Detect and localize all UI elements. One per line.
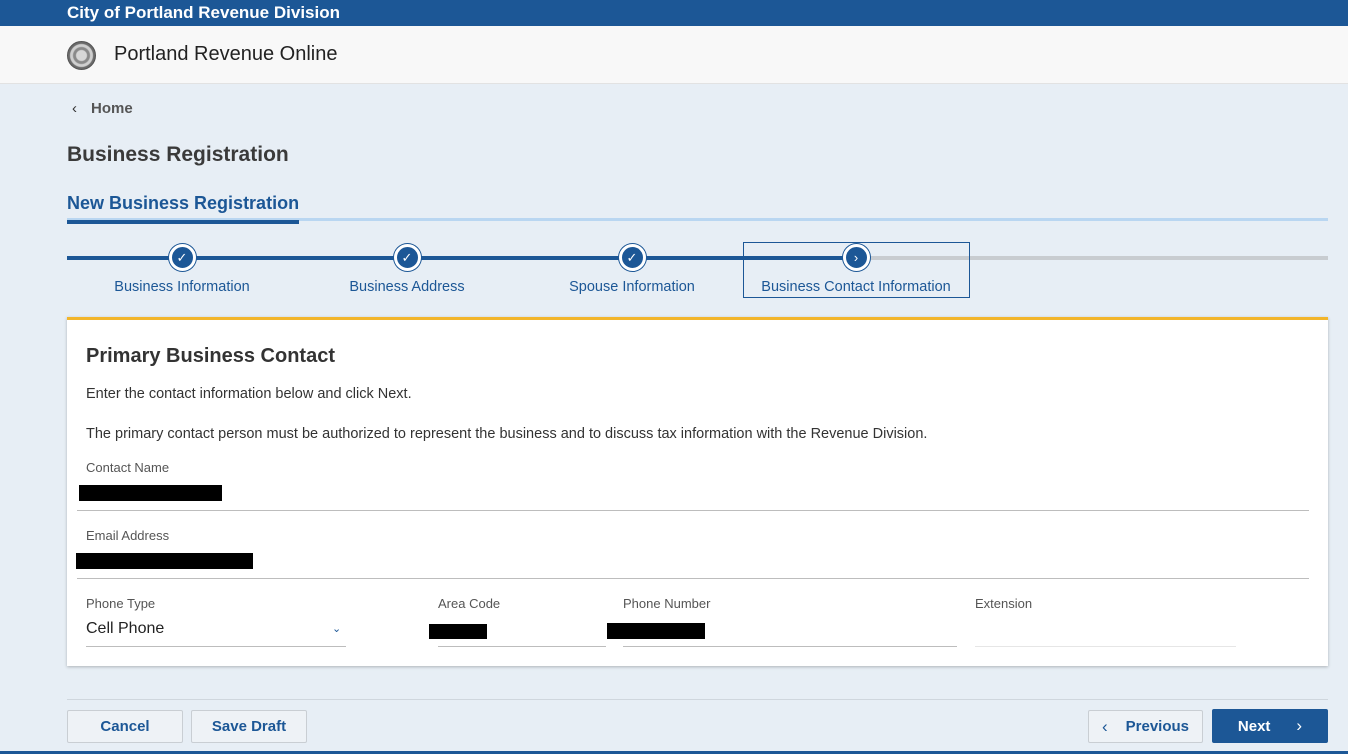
- next-label: Next: [1237, 717, 1271, 735]
- step-spouse-information[interactable]: ✓ Spouse Information: [562, 244, 702, 295]
- save-draft-button[interactable]: Save Draft: [191, 710, 307, 743]
- phone-type-select[interactable]: Cell Phone ⌄: [86, 614, 346, 646]
- card-title: Primary Business Contact: [86, 345, 335, 367]
- chevron-down-icon: ⌄: [332, 623, 342, 635]
- contact-name-field[interactable]: [77, 478, 1309, 511]
- step-business-contact-information[interactable]: › Business Contact Information: [756, 244, 956, 295]
- chevron-right-icon: ›: [1296, 716, 1303, 735]
- previous-button[interactable]: ‹ Previous: [1088, 710, 1203, 743]
- extension-underline: [975, 646, 1236, 647]
- extension-label: Extension: [975, 596, 1033, 611]
- step-label: Spouse Information: [569, 279, 695, 295]
- phone-type-underline: [86, 646, 346, 647]
- area-code-underline: [438, 646, 606, 647]
- email-underline: [77, 578, 1309, 579]
- area-code-label: Area Code: [438, 596, 501, 611]
- phone-type-value: Cell Phone: [86, 620, 165, 637]
- save-draft-label: Save Draft: [211, 718, 287, 735]
- check-icon: ✓: [393, 244, 421, 271]
- authorization-note: The primary contact person must be autho…: [86, 426, 928, 442]
- contact-name-underline: [77, 510, 1309, 511]
- org-banner: City of Portland Revenue Division: [0, 0, 1348, 26]
- chevron-left-icon: ‹: [72, 99, 77, 117]
- tab-new-business-registration[interactable]: New Business Registration: [67, 193, 300, 224]
- app-title[interactable]: Portland Revenue Online: [114, 43, 337, 66]
- redacted-email: [76, 553, 253, 569]
- footer-divider: [67, 699, 1328, 700]
- contact-name-label: Contact Name: [86, 460, 170, 475]
- cancel-button[interactable]: Cancel: [67, 710, 183, 743]
- phone-number-label: Phone Number: [623, 596, 711, 611]
- redacted-phone-number: [607, 623, 705, 639]
- contact-form-card: Primary Business Contact Enter the conta…: [67, 317, 1328, 666]
- extension-field[interactable]: [975, 614, 1236, 646]
- cancel-label: Cancel: [100, 718, 150, 735]
- next-button[interactable]: Next ›: [1212, 709, 1328, 743]
- progress-stepper: ✓ Business Information ✓ Business Addres…: [67, 240, 1328, 300]
- app-header: Portland Revenue Online: [0, 26, 1348, 84]
- previous-label: Previous: [1125, 718, 1190, 735]
- email-label: Email Address: [86, 528, 170, 543]
- breadcrumb-label: Home: [91, 99, 133, 117]
- step-label: Business Information: [114, 279, 250, 295]
- phone-number-underline: [623, 646, 957, 647]
- phone-type-label: Phone Type: [86, 596, 156, 611]
- check-icon: ✓: [168, 244, 196, 271]
- city-seal-icon[interactable]: [67, 41, 96, 70]
- chevron-right-icon: ›: [842, 244, 870, 271]
- page-title: Business Registration: [67, 143, 289, 166]
- email-field[interactable]: [77, 546, 1309, 579]
- breadcrumb-home[interactable]: ‹ Home: [72, 98, 133, 118]
- step-business-address[interactable]: ✓ Business Address: [337, 244, 477, 295]
- step-business-information[interactable]: ✓ Business Information: [112, 244, 252, 295]
- redacted-area-code: [429, 624, 487, 639]
- step-label: Business Contact Information: [761, 279, 951, 295]
- chevron-left-icon: ‹: [1101, 716, 1108, 736]
- step-label: Business Address: [349, 279, 465, 295]
- org-name: City of Portland Revenue Division: [67, 3, 340, 22]
- instruction-text: Enter the contact information below and …: [86, 386, 412, 402]
- check-icon: ✓: [618, 244, 646, 271]
- redacted-contact-name: [79, 485, 222, 501]
